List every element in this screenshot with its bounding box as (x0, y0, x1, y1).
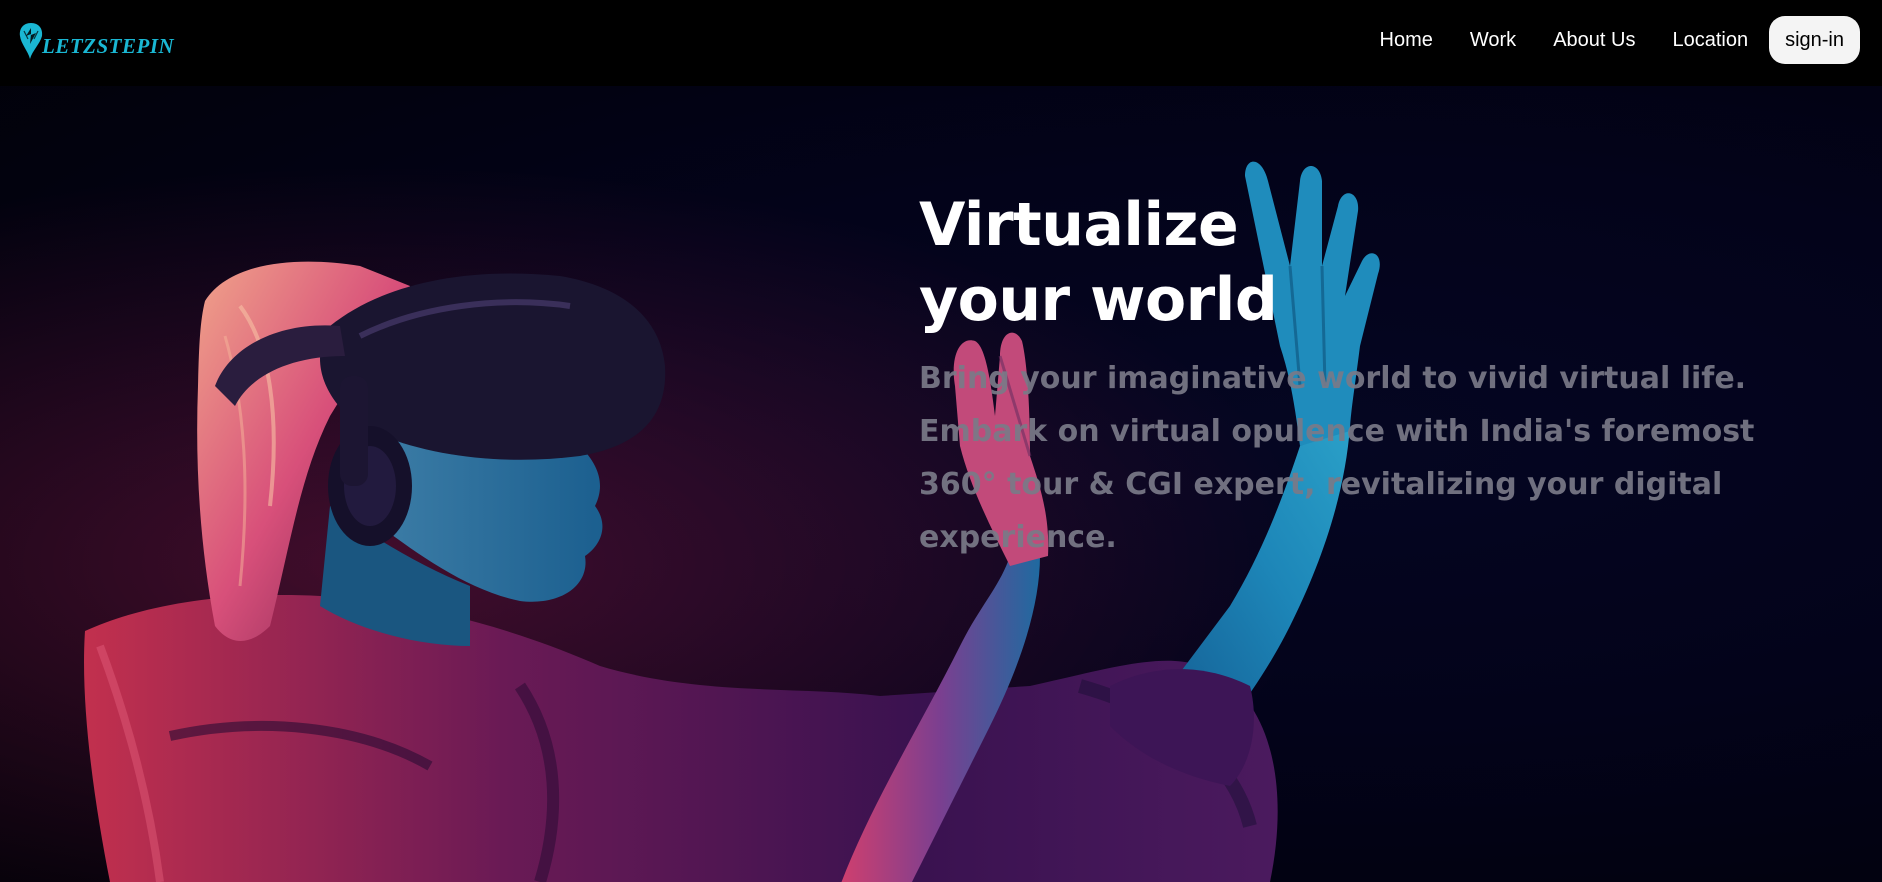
sign-in-button[interactable]: sign-in (1769, 16, 1860, 64)
hero-description: Bring your imaginative world to vivid vi… (919, 361, 1755, 555)
nav-about-us[interactable]: About Us (1553, 29, 1635, 52)
brand-logo[interactable]: LETZSTEPIN (18, 22, 174, 60)
hero-title-line-1: Virtualize (919, 190, 1239, 260)
location-pin-icon (19, 23, 43, 59)
hero-section: Virtualize your world Bring your imagina… (0, 86, 1882, 882)
hero-title: Virtualize your world (919, 188, 1839, 338)
page: LETZSTEPIN Home Work About Us Location s… (0, 0, 1882, 882)
navbar: LETZSTEPIN Home Work About Us Location s… (0, 0, 1882, 86)
brand-name: LETZSTEPIN (42, 34, 175, 58)
nav-location[interactable]: Location (1672, 29, 1748, 52)
main-nav: Home Work About Us Location sign-in (1380, 16, 1860, 64)
hero-title-line-2: your world (919, 265, 1278, 335)
nav-work[interactable]: Work (1470, 29, 1516, 52)
nav-home[interactable]: Home (1380, 29, 1433, 52)
hero-text-block: Virtualize your world Bring your imagina… (919, 188, 1839, 564)
